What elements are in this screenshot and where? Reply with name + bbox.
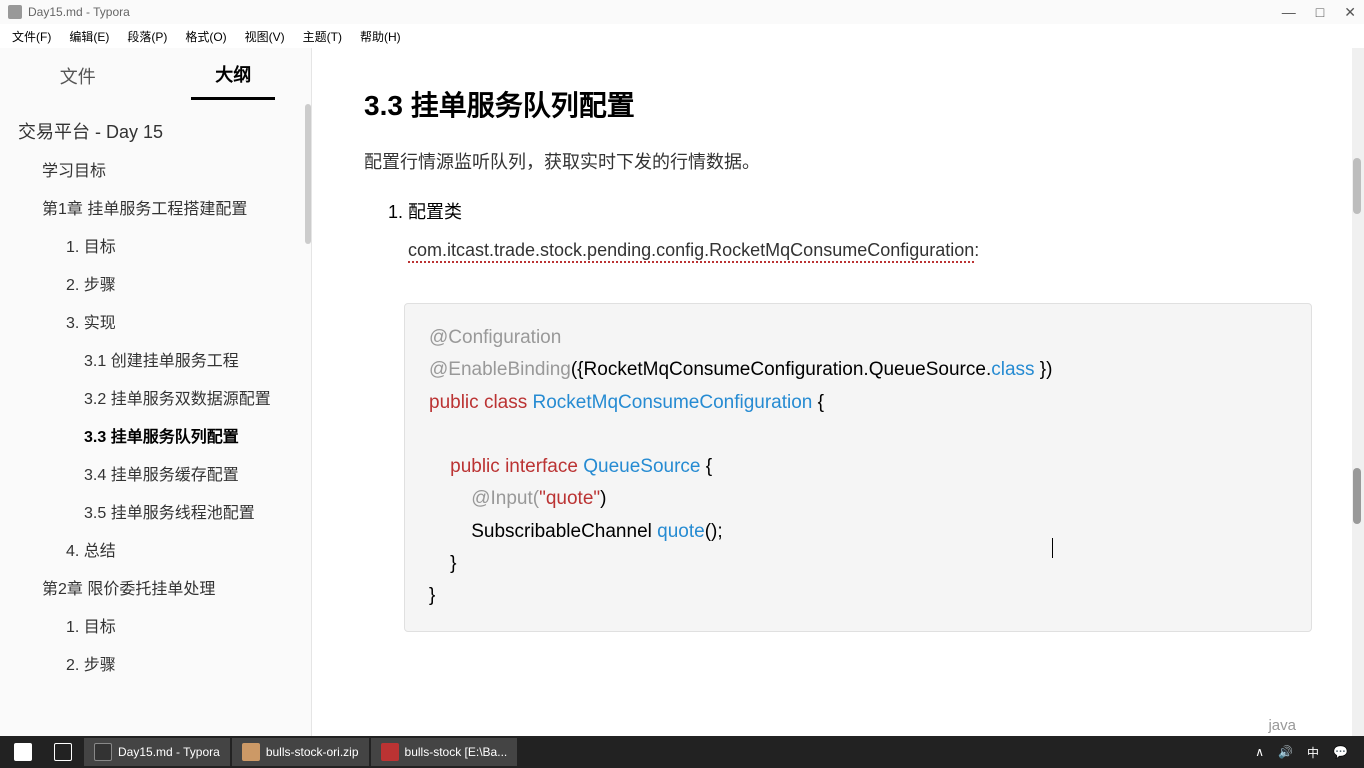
tray-chevron-up-icon[interactable]: ∧ bbox=[1255, 745, 1264, 759]
folder-icon bbox=[242, 743, 260, 761]
start-button[interactable] bbox=[4, 738, 42, 766]
tab-outline[interactable]: 大纲 bbox=[191, 51, 275, 100]
menu-theme[interactable]: 主题(T) bbox=[297, 26, 348, 47]
notification-icon[interactable]: 💬 bbox=[1333, 745, 1348, 759]
menu-paragraph[interactable]: 段落(P) bbox=[121, 26, 173, 47]
outline-item[interactable]: 3.4 挂单服务缓存配置 bbox=[0, 457, 311, 495]
outline-item[interactable]: 学习目标 bbox=[0, 153, 311, 191]
maximize-button[interactable]: □ bbox=[1316, 4, 1324, 21]
scrollbar-thumb[interactable] bbox=[1353, 468, 1361, 524]
taskbar-app-idea[interactable]: bulls-stock [E:\Ba... bbox=[371, 738, 518, 766]
volume-icon[interactable]: 🔊 bbox=[1278, 745, 1293, 759]
minimize-button[interactable]: — bbox=[1282, 4, 1296, 21]
task-view-icon bbox=[54, 743, 72, 761]
sidebar: 文件 大纲 交易平台 - Day 15 学习目标 第1章 挂单服务工程搭建配置 … bbox=[0, 48, 312, 736]
link-suffix: : bbox=[974, 240, 979, 260]
app-icon bbox=[8, 5, 22, 19]
outline-item[interactable]: 3.1 创建挂单服务工程 bbox=[0, 343, 311, 381]
outline-item[interactable]: 4. 总结 bbox=[0, 533, 311, 571]
scrollbar-thumb[interactable] bbox=[1353, 158, 1361, 214]
close-button[interactable]: ✕ bbox=[1344, 4, 1356, 21]
menu-edit[interactable]: 编辑(E) bbox=[63, 26, 115, 47]
system-tray: ∧ 🔊 中 💬 bbox=[1255, 744, 1360, 761]
heading: 3.3 挂单服务队列配置 bbox=[364, 84, 1312, 124]
menu-help[interactable]: 帮助(H) bbox=[354, 26, 407, 47]
sidebar-tabs: 文件 大纲 bbox=[0, 48, 311, 104]
outline-item[interactable]: 第1章 挂单服务工程搭建配置 bbox=[0, 191, 311, 229]
class-path-link[interactable]: com.itcast.trade.stock.pending.config.Ro… bbox=[408, 240, 974, 263]
main-area: 文件 大纲 交易平台 - Day 15 学习目标 第1章 挂单服务工程搭建配置 … bbox=[0, 48, 1364, 736]
editor-content[interactable]: 3.3 挂单服务队列配置 配置行情源监听队列，获取实时下发的行情数据。 配置类 … bbox=[312, 48, 1364, 736]
outline-item[interactable]: 3. 实现 bbox=[0, 305, 311, 343]
windows-icon bbox=[14, 743, 32, 761]
taskbar: Day15.md - Typora bulls-stock-ori.zip bu… bbox=[0, 736, 1364, 768]
outline-list[interactable]: 交易平台 - Day 15 学习目标 第1章 挂单服务工程搭建配置 1. 目标 … bbox=[0, 104, 311, 736]
code-lang-tag[interactable]: java bbox=[1268, 717, 1296, 734]
outline-item[interactable]: 3.2 挂单服务双数据源配置 bbox=[0, 381, 311, 419]
menu-format[interactable]: 格式(O) bbox=[179, 26, 232, 47]
outline-item[interactable]: 2. 步骤 bbox=[0, 647, 311, 685]
outline-item-active[interactable]: 3.3 挂单服务队列配置 bbox=[0, 419, 311, 457]
code-block[interactable]: @Configuration @EnableBinding({RocketMqC… bbox=[404, 303, 1312, 632]
list-item: 配置类 bbox=[408, 198, 1312, 224]
outline-item[interactable]: 2. 步骤 bbox=[0, 267, 311, 305]
taskbar-app-typora[interactable]: Day15.md - Typora bbox=[84, 738, 230, 766]
vertical-scrollbar[interactable] bbox=[1352, 48, 1364, 736]
menu-bar: 文件(F) 编辑(E) 段落(P) 格式(O) 视图(V) 主题(T) 帮助(H… bbox=[0, 24, 1364, 48]
outline-item[interactable]: 第2章 限价委托挂单处理 bbox=[0, 571, 311, 609]
task-view-button[interactable] bbox=[44, 738, 82, 766]
tab-file[interactable]: 文件 bbox=[36, 53, 120, 99]
outline-item[interactable]: 1. 目标 bbox=[0, 229, 311, 267]
typora-icon bbox=[94, 743, 112, 761]
taskbar-app-explorer[interactable]: bulls-stock-ori.zip bbox=[232, 738, 369, 766]
text-cursor bbox=[1052, 538, 1053, 558]
ime-indicator[interactable]: 中 bbox=[1307, 744, 1319, 761]
paragraph: 配置行情源监听队列，获取实时下发的行情数据。 bbox=[364, 148, 1312, 174]
menu-file[interactable]: 文件(F) bbox=[6, 26, 57, 47]
outline-item[interactable]: 3.5 挂单服务线程池配置 bbox=[0, 495, 311, 533]
idea-icon bbox=[381, 743, 399, 761]
title-bar: Day15.md - Typora — □ ✕ bbox=[0, 0, 1364, 24]
menu-view[interactable]: 视图(V) bbox=[239, 26, 291, 47]
outline-item[interactable]: 1. 目标 bbox=[0, 609, 311, 647]
window-title: Day15.md - Typora bbox=[28, 5, 130, 19]
outline-item[interactable]: 交易平台 - Day 15 bbox=[0, 112, 311, 153]
